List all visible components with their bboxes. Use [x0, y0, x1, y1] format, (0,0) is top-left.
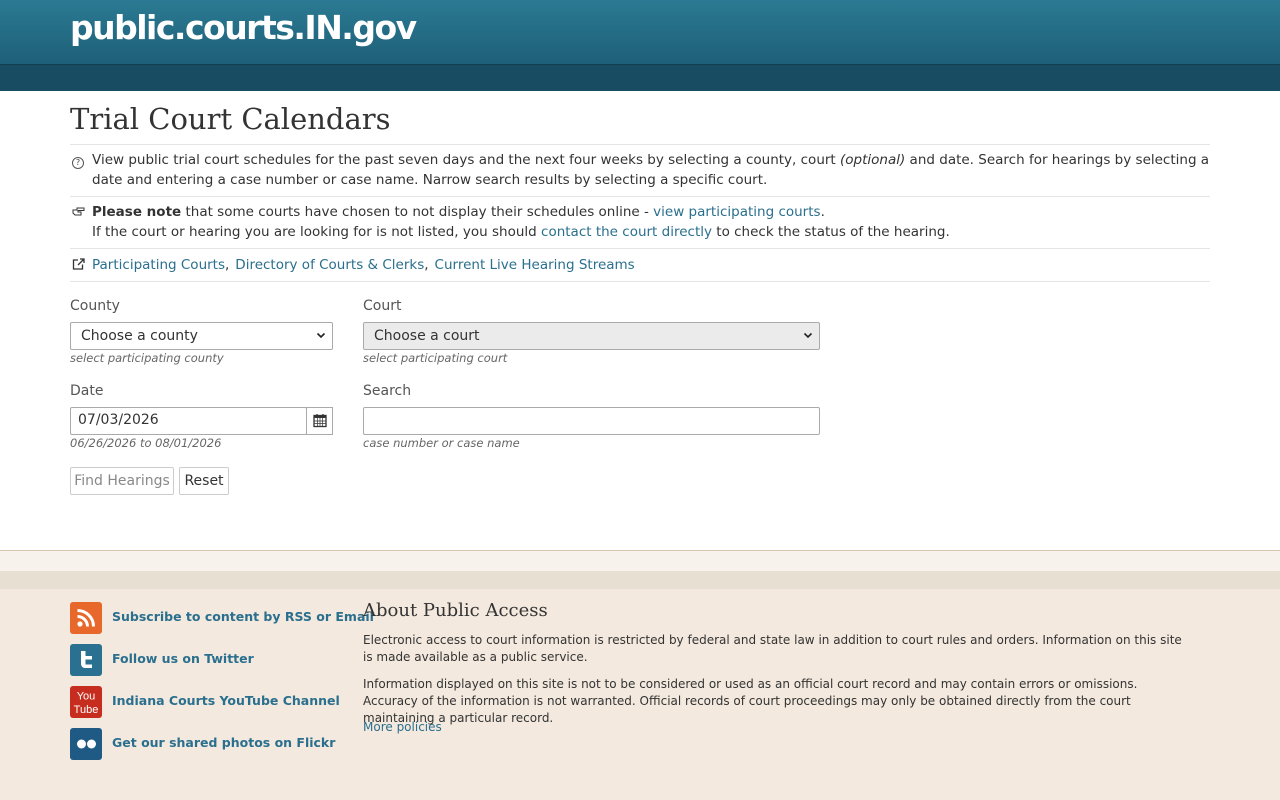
search-label: Search [363, 383, 412, 399]
reset-button[interactable]: Reset [179, 467, 229, 495]
chevron-down-icon [316, 323, 326, 360]
about-title: About Public Access [363, 600, 548, 621]
calendar-button[interactable] [306, 407, 333, 435]
navbar [0, 64, 1280, 91]
note-bold: Please note [92, 204, 182, 220]
search-hint: case number or case name [363, 436, 520, 450]
link-separator: , [424, 257, 429, 273]
county-select-value: Choose a county [81, 328, 198, 344]
rss-icon [70, 602, 102, 634]
search-input[interactable] [363, 407, 820, 435]
court-hint: select participating court [363, 351, 508, 365]
footer-stripe [0, 571, 1280, 589]
note-row: Please note that some courts have chosen… [70, 196, 1210, 248]
flickr-icon [70, 728, 102, 760]
court-select[interactable]: Choose a court [363, 322, 820, 350]
chevron-down-icon [803, 323, 813, 360]
note-text-1: that some courts have chosen to not disp… [181, 204, 654, 220]
hand-pointer-icon [70, 203, 86, 223]
footer-band [0, 551, 1280, 571]
participating-courts-link[interactable]: Participating Courts [92, 257, 225, 273]
intro-row: ? View public trial court schedules for … [70, 144, 1210, 196]
flickr-label: Get our shared photos on Flickr [112, 735, 336, 750]
view-participating-courts-link[interactable]: view participating courts [653, 204, 820, 220]
contact-court-link[interactable]: contact the court directly [541, 224, 712, 240]
live-hearing-streams-link[interactable]: Current Live Hearing Streams [435, 257, 635, 273]
find-hearings-button[interactable]: Find Hearings [70, 467, 174, 495]
svg-text:You: You [77, 691, 96, 703]
county-hint: select participating county [70, 351, 224, 365]
calendar-icon [312, 414, 327, 438]
directory-of-courts-link[interactable]: Directory of Courts & Clerks [235, 257, 424, 273]
court-select-value: Choose a court [374, 328, 480, 344]
more-policies-link[interactable]: More policies [363, 720, 442, 734]
site-header: public.courts.IN.gov [0, 0, 1280, 64]
twitter-icon [70, 644, 102, 676]
page-title: Trial Court Calendars [70, 102, 391, 136]
links-row: Participating Courts, Directory of Courts… [70, 248, 1210, 282]
note-period: . [820, 204, 825, 220]
note-text-2: If the court or hearing you are looking … [92, 224, 542, 240]
date-input[interactable]: 07/03/2026 [70, 407, 307, 435]
youtube-icon: You Tube [70, 686, 102, 718]
county-select[interactable]: Choose a county [70, 322, 333, 350]
intro-text-1: View public trial court schedules for th… [92, 152, 841, 168]
svg-text:Tube: Tube [74, 704, 99, 716]
date-label: Date [70, 383, 104, 399]
note-text-3: to check the status of the hearing. [711, 224, 950, 240]
intro-optional: (optional) [840, 152, 906, 168]
twitter-label: Follow us on Twitter [112, 651, 254, 666]
site-logo-link[interactable]: public.courts.IN.gov [70, 8, 417, 47]
about-paragraph-1: Electronic access to court information i… [363, 633, 1182, 664]
question-circle-icon: ? [70, 151, 86, 171]
about-paragraph-2: Information displayed on this site is no… [363, 677, 1138, 725]
link-separator: , [225, 257, 230, 273]
date-range-hint: 06/26/2026 to 08/01/2026 [70, 436, 222, 450]
court-label: Court [363, 298, 402, 314]
county-label: County [70, 298, 120, 314]
rss-label: Subscribe to content by RSS or Email [112, 609, 374, 624]
youtube-label: Indiana Courts YouTube Channel [112, 693, 340, 708]
info-section: ? View public trial court schedules for … [70, 144, 1210, 282]
external-link-icon [70, 256, 86, 276]
